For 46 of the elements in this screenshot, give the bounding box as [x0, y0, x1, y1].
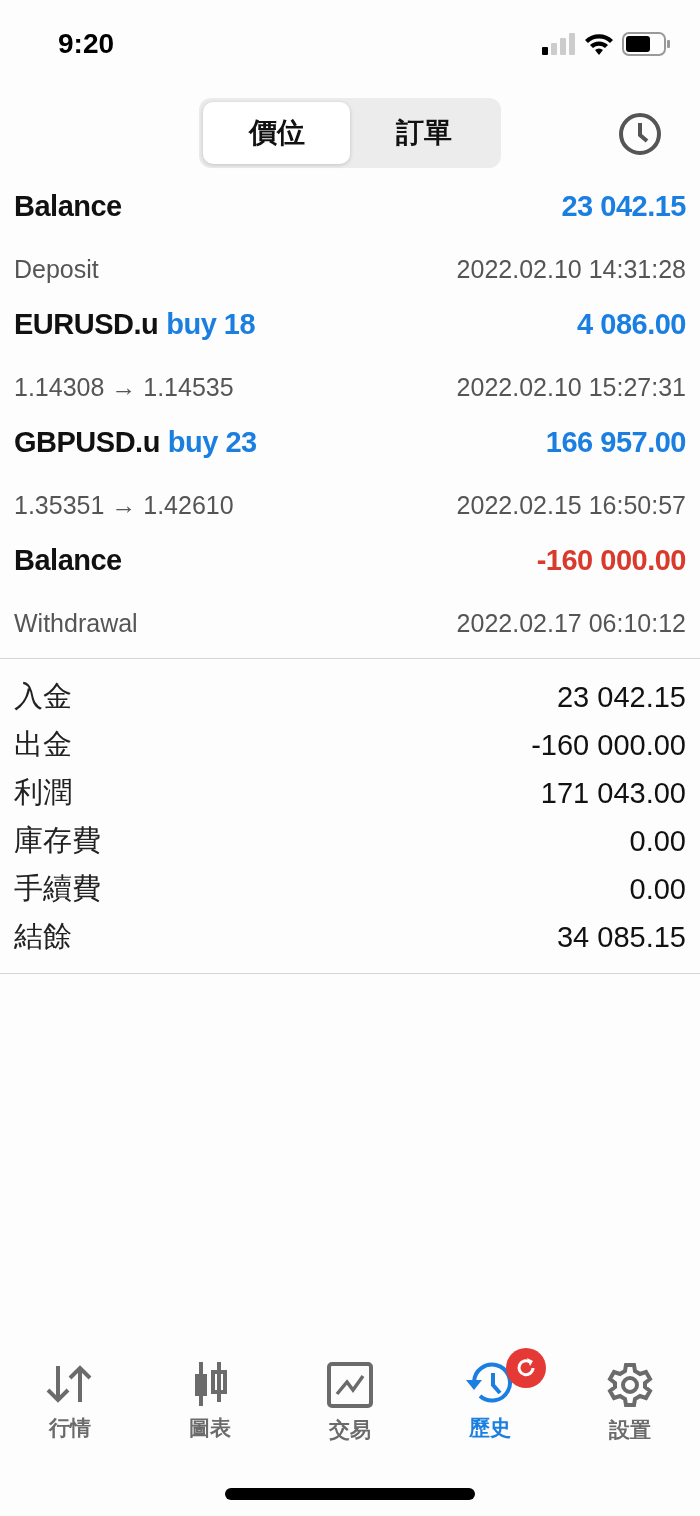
- deal-time: 2022.02.17 06:10:12: [456, 609, 686, 638]
- summary-value: 34 085.15: [557, 920, 686, 954]
- tab-bar-item[interactable]: 圖表: [140, 1348, 280, 1444]
- deal-title: Balance: [14, 544, 122, 577]
- deal-amount: 4 086.00: [577, 308, 686, 341]
- summary-label: 結餘: [14, 919, 72, 954]
- status-time: 9:20: [58, 28, 115, 60]
- clock-icon[interactable]: [618, 112, 662, 156]
- segment-tab[interactable]: 訂單: [350, 102, 497, 164]
- deal-title: Balance: [14, 190, 122, 223]
- segment-tab[interactable]: 價位: [203, 102, 350, 164]
- signal-icon: [542, 33, 576, 55]
- summary-label: 入金: [14, 679, 72, 714]
- candlestick-icon: [192, 1362, 228, 1406]
- deal-time: 2022.02.15 16:50:57: [456, 491, 686, 520]
- deal-amount: 23 042.15: [561, 190, 686, 223]
- summary-value: 0.00: [629, 872, 686, 906]
- deal-comment: Deposit: [14, 255, 99, 284]
- tab-bar-item[interactable]: 設置: [560, 1348, 700, 1444]
- symbol-label: GBPUSD.u: [14, 426, 160, 459]
- deal-amount: -160 000.00: [536, 544, 686, 577]
- deal-time: 2022.02.10 15:27:31: [456, 373, 686, 402]
- summary-label: 手續費: [14, 871, 101, 906]
- summary-value: 171 043.00: [540, 776, 686, 810]
- trade-side: buy 18: [166, 308, 256, 341]
- deal-comment: Withdrawal: [14, 609, 138, 638]
- summary-label: 庫存費: [14, 823, 101, 858]
- symbol-label: EURUSD.u: [14, 308, 159, 341]
- deal-comment: 1.14308 → 1.14535: [14, 373, 234, 402]
- summary-label: 利潤: [14, 775, 72, 810]
- wifi-icon: [584, 33, 614, 55]
- deal-amount: 166 957.00: [545, 426, 686, 459]
- line-chart-icon: [327, 1362, 373, 1408]
- deal-comment: 1.35351 → 1.42610: [14, 491, 234, 520]
- tab-bar-item[interactable]: 行情: [0, 1348, 140, 1444]
- summary-label: 出金: [14, 727, 72, 762]
- history-icon: [466, 1362, 514, 1406]
- settings-icon: [607, 1362, 653, 1408]
- tab-bar-item[interactable]: 交易: [280, 1348, 420, 1444]
- summary-value: -160 000.00: [531, 728, 686, 762]
- tab-bar-item[interactable]: 歷史: [420, 1348, 560, 1444]
- summary-value: 23 042.15: [557, 680, 686, 714]
- summary-value: 0.00: [629, 824, 686, 858]
- deal-time: 2022.02.10 14:31:28: [456, 255, 686, 284]
- trade-side: buy 23: [167, 426, 257, 459]
- battery-icon: [622, 32, 670, 56]
